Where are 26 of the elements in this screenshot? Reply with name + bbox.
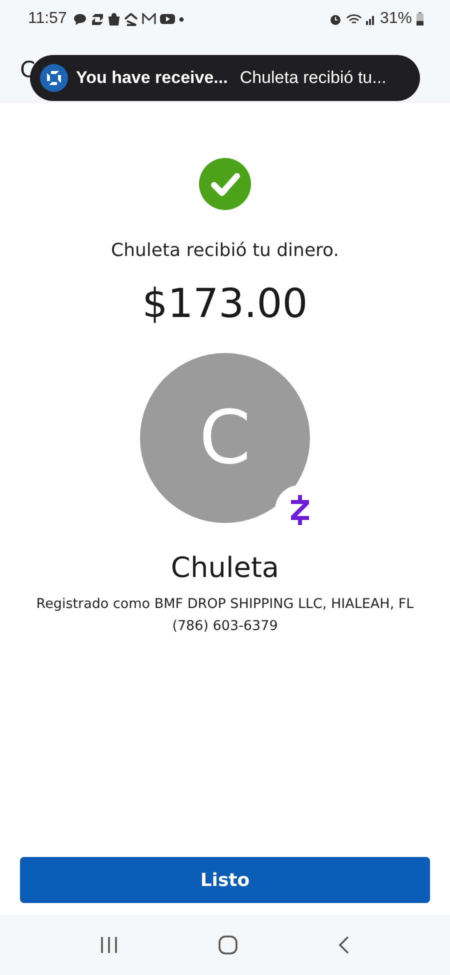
back-icon[interactable] (336, 935, 351, 955)
home-icon[interactable] (218, 935, 238, 955)
recent-apps-icon[interactable] (99, 936, 120, 954)
notification-title: You have receive... (76, 68, 228, 88)
wifi-icon (346, 12, 362, 26)
registration-text: Registrado como BMF DROP SHIPPING LLC, HIALEAH, FL (36, 596, 414, 612)
status-time: 11:57 (28, 10, 67, 28)
amount: $173.00 (142, 281, 308, 327)
notification-text: Chuleta recibió tu... (240, 68, 386, 88)
avatar: C (140, 353, 310, 523)
dot-icon (178, 16, 184, 22)
checkmark-icon (199, 158, 251, 210)
done-button[interactable]: Listo (20, 857, 430, 903)
recipient-name: Chuleta (170, 551, 280, 584)
bank-logo-icon (40, 64, 68, 92)
video-icon (160, 13, 175, 25)
chat-icon (72, 12, 87, 26)
shopping-bag-icon (108, 12, 120, 26)
signal-icon (366, 13, 376, 25)
app-logo-icon (90, 12, 104, 26)
phone-number: (786) 603-6379 (172, 618, 278, 634)
battery-icon (416, 12, 424, 26)
mail-icon (142, 13, 156, 25)
confirmation-message: Chuleta recibió tu dinero. (111, 240, 339, 261)
battery-percent: 31% (380, 10, 412, 28)
alarm-icon (328, 12, 342, 26)
